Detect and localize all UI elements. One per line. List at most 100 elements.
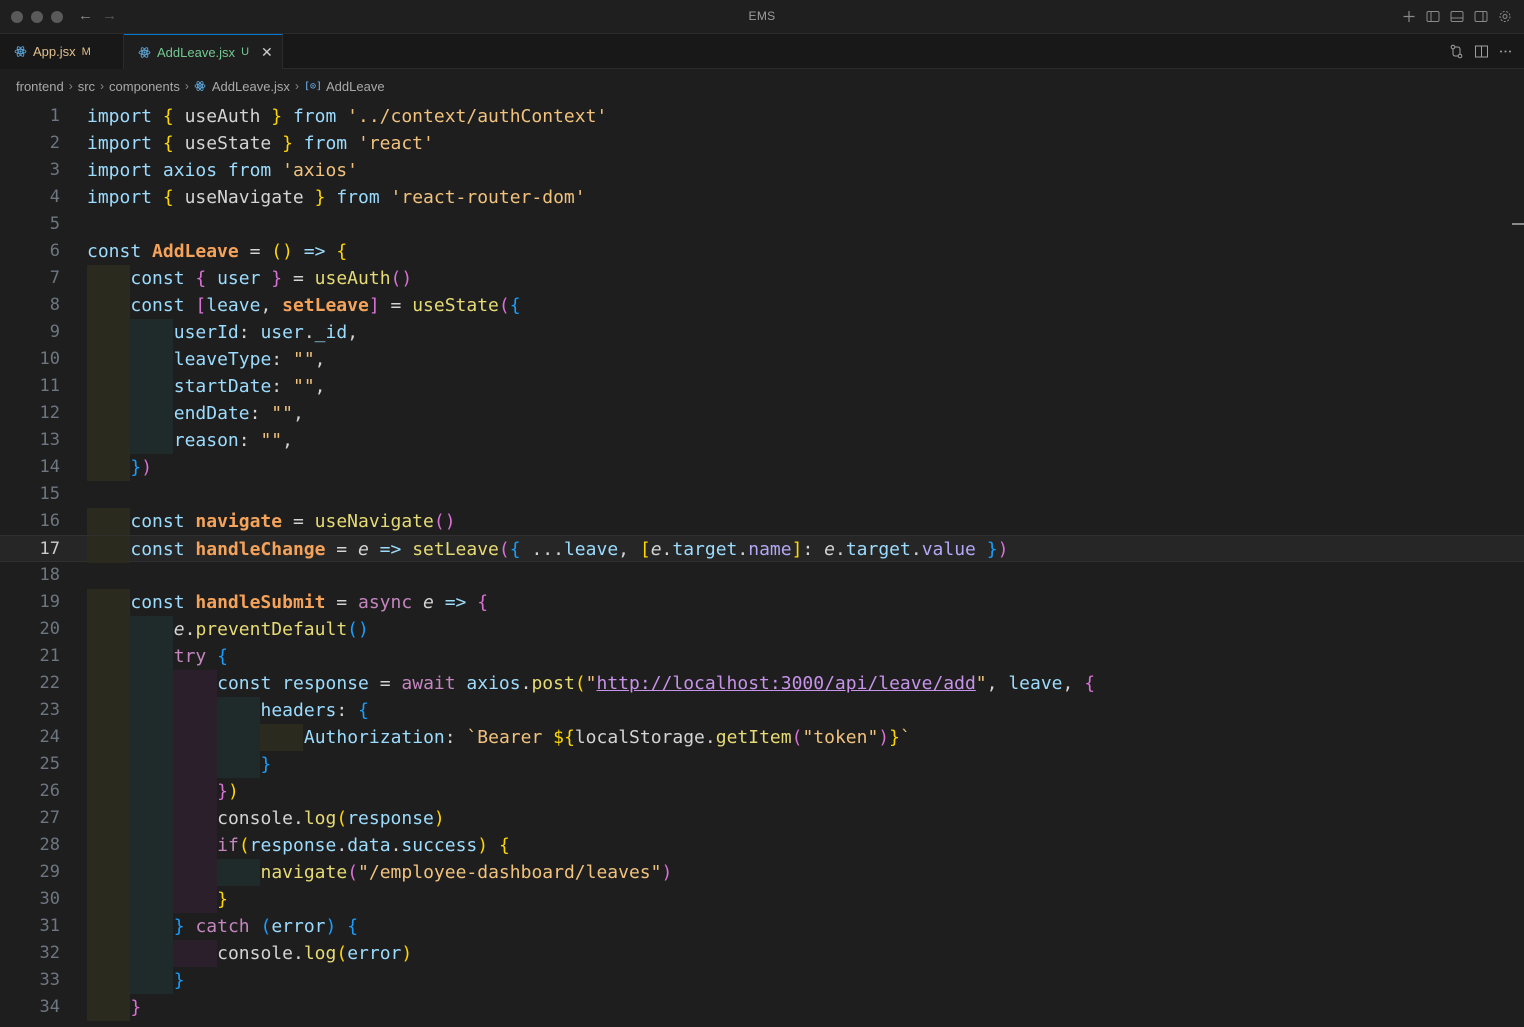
- untracked-badge: U: [241, 46, 250, 58]
- layout-icon[interactable]: [1426, 10, 1440, 23]
- line-number: 3: [49, 160, 60, 180]
- code-line[interactable]: 10 leaveType: "",: [0, 346, 1524, 373]
- code-line[interactable]: 14 }): [0, 454, 1524, 481]
- line-number: 29: [39, 862, 60, 882]
- more-icon[interactable]: [1498, 44, 1513, 59]
- code-line[interactable]: 9 userId: user._id,: [0, 319, 1524, 346]
- code-line[interactable]: 29 navigate("/employee-dashboard/leaves"…: [0, 859, 1524, 886]
- code-text: const [leave, setLeave] = useState({: [130, 295, 521, 316]
- react-icon: [194, 80, 206, 92]
- code-text: Authorization: `Bearer ${localStorage.ge…: [303, 727, 911, 748]
- breadcrumb-item-src[interactable]: src: [78, 79, 95, 94]
- code-line[interactable]: 17 const handleChange = e => setLeave({ …: [0, 535, 1524, 563]
- line-number: 9: [49, 322, 60, 342]
- line-number: 20: [39, 619, 60, 639]
- tab-label: App.jsx: [33, 44, 76, 59]
- code-line[interactable]: 16 const navigate = useNavigate(): [0, 508, 1524, 535]
- code-line[interactable]: 3 import axios from 'axios': [0, 157, 1524, 184]
- gear-icon[interactable]: [1498, 10, 1512, 23]
- code-text: const handleChange = e => setLeave({ ...…: [130, 539, 1009, 560]
- react-icon: [14, 45, 27, 58]
- code-line[interactable]: 1 import { useAuth } from '../context/aut…: [0, 103, 1524, 130]
- code-line[interactable]: 8 const [leave, setLeave] = useState({: [0, 292, 1524, 319]
- panel-icon[interactable]: [1450, 10, 1464, 23]
- code-line[interactable]: 23 headers: {: [0, 697, 1524, 724]
- code-line[interactable]: 34 }: [0, 994, 1524, 1021]
- code-line[interactable]: 24 Authorization: `Bearer ${localStorage…: [0, 724, 1524, 751]
- add-icon[interactable]: [1402, 10, 1416, 23]
- line-number: 15: [39, 484, 60, 504]
- breadcrumb-item-symbol[interactable]: AddLeave: [326, 79, 385, 94]
- code-line[interactable]: 18: [0, 562, 1524, 589]
- line-number: 4: [49, 187, 60, 207]
- code-line[interactable]: 2 import { useState } from 'react': [0, 130, 1524, 157]
- code-line[interactable]: 28 if(response.data.success) {: [0, 832, 1524, 859]
- code-line[interactable]: 26 }): [0, 778, 1524, 805]
- code-text: console.log(response): [217, 808, 445, 829]
- code-line[interactable]: 7 const { user } = useAuth(): [0, 265, 1524, 292]
- line-number: 1: [49, 106, 60, 126]
- code-line[interactable]: 11 startDate: "",: [0, 373, 1524, 400]
- line-number: 34: [39, 997, 60, 1017]
- line-number: 24: [39, 727, 60, 747]
- tab-app-jsx[interactable]: App.jsx M: [0, 34, 124, 69]
- line-number: 7: [49, 268, 60, 288]
- tab-addleave-jsx[interactable]: AddLeave.jsx U ✕: [124, 34, 283, 69]
- code-text: const response = await axios.post("http:…: [217, 673, 1096, 694]
- line-number: 33: [39, 970, 60, 990]
- code-line[interactable]: 22 const response = await axios.post("ht…: [0, 670, 1524, 697]
- code-editor[interactable]: 1 import { useAuth } from '../context/aut…: [0, 103, 1524, 1027]
- code-text: leaveType: "",: [173, 349, 326, 370]
- title-bar: ← → EMS: [0, 0, 1524, 34]
- code-text: endDate: "",: [173, 403, 304, 424]
- code-text: if(response.data.success) {: [217, 835, 510, 856]
- code-line[interactable]: 5: [0, 211, 1524, 238]
- code-line[interactable]: 27 console.log(response): [0, 805, 1524, 832]
- line-number: 18: [39, 565, 60, 585]
- code-text: userId: user._id,: [173, 322, 359, 343]
- source-control-icon[interactable]: [1449, 44, 1464, 59]
- line-number: 14: [39, 457, 60, 477]
- code-text: } catch (error) {: [173, 916, 359, 937]
- scrollbar-marker[interactable]: [1512, 223, 1524, 225]
- code-line[interactable]: 19 const handleSubmit = async e => {: [0, 589, 1524, 616]
- code-text: const handleSubmit = async e => {: [130, 592, 489, 613]
- line-number: 31: [39, 916, 60, 936]
- line-number: 30: [39, 889, 60, 909]
- code-line[interactable]: 31 } catch (error) {: [0, 913, 1524, 940]
- close-icon[interactable]: ✕: [261, 44, 273, 61]
- line-number: 12: [39, 403, 60, 423]
- code-text: reason: "",: [173, 430, 293, 451]
- code-line[interactable]: 4 import { useNavigate } from 'react-rout…: [0, 184, 1524, 211]
- breadcrumb-separator: ›: [294, 79, 299, 93]
- code-text: try {: [173, 646, 228, 667]
- code-text: import { useAuth } from '../context/auth…: [87, 106, 608, 127]
- breadcrumb-item-components[interactable]: components: [109, 79, 180, 94]
- code-line[interactable]: 32 console.log(error): [0, 940, 1524, 967]
- code-line[interactable]: 21 try {: [0, 643, 1524, 670]
- breadcrumb-item-frontend[interactable]: frontend: [16, 79, 64, 94]
- code-text: }: [260, 754, 272, 775]
- code-line[interactable]: 30 }: [0, 886, 1524, 913]
- line-number: 16: [39, 511, 60, 531]
- code-line[interactable]: 12 endDate: "",: [0, 400, 1524, 427]
- code-text: navigate("/employee-dashboard/leaves"): [260, 862, 673, 883]
- code-text: headers: {: [260, 700, 369, 721]
- sidebar-icon[interactable]: [1474, 10, 1488, 23]
- line-number: 25: [39, 754, 60, 774]
- code-line[interactable]: 13 reason: "",: [0, 427, 1524, 454]
- line-number: 21: [39, 646, 60, 666]
- split-editor-icon[interactable]: [1474, 44, 1489, 59]
- code-text: import { useState } from 'react': [87, 133, 434, 154]
- breadcrumb-item-file[interactable]: AddLeave.jsx: [212, 79, 290, 94]
- code-line[interactable]: 15: [0, 481, 1524, 508]
- tab-bar: App.jsx M AddLeave.jsx U ✕: [0, 34, 1524, 69]
- code-line[interactable]: 25 }: [0, 751, 1524, 778]
- line-number: 28: [39, 835, 60, 855]
- code-line[interactable]: 33 }: [0, 967, 1524, 994]
- code-line[interactable]: 6 const AddLeave = () => {: [0, 238, 1524, 265]
- code-text: const navigate = useNavigate(): [130, 511, 456, 532]
- code-line[interactable]: 20 e.preventDefault(): [0, 616, 1524, 643]
- line-number: 32: [39, 943, 60, 963]
- code-text: }: [173, 970, 185, 991]
